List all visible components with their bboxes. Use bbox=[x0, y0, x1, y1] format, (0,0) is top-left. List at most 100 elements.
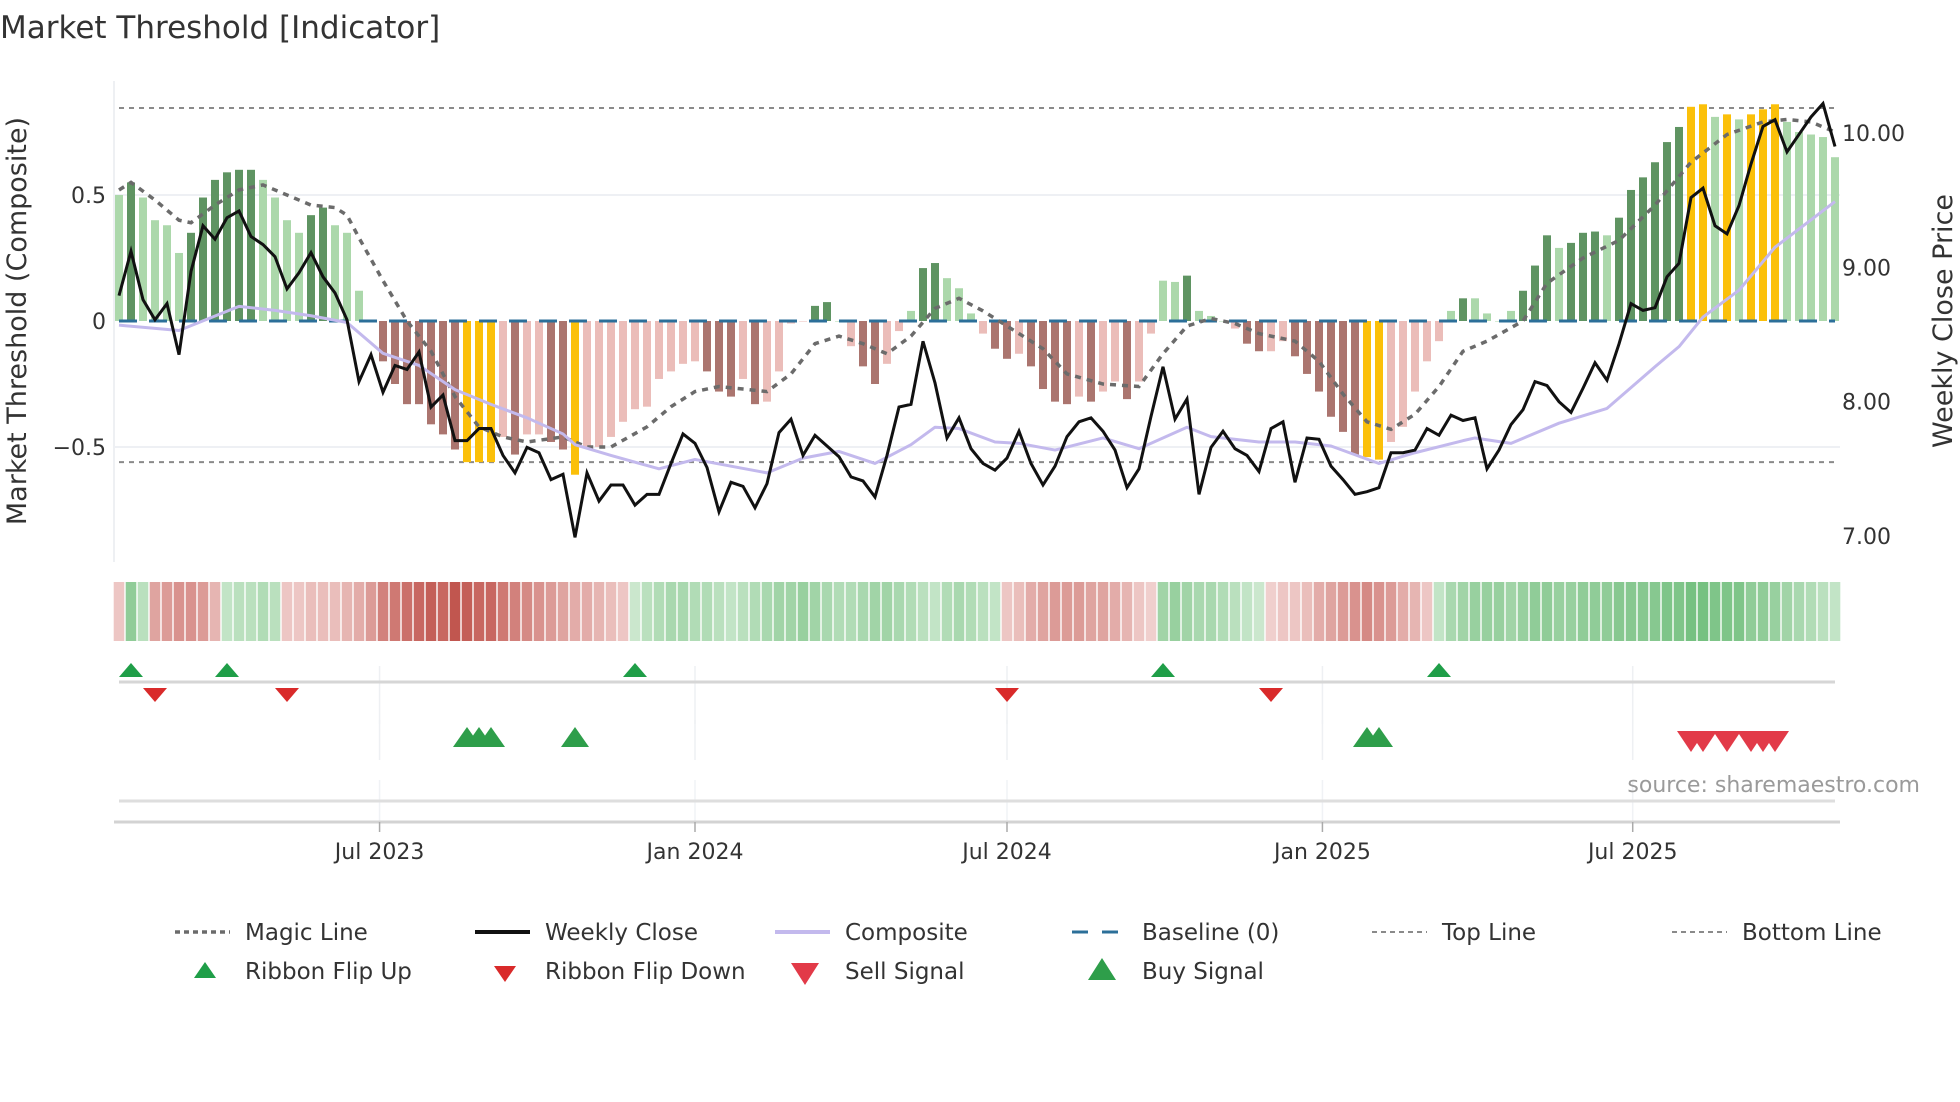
composite-bar bbox=[871, 321, 879, 384]
composite-bar bbox=[1039, 321, 1047, 390]
ribbon-flip-up-marker bbox=[1151, 663, 1175, 677]
ribbon-strip bbox=[113, 582, 1841, 641]
ribbon-cell bbox=[617, 582, 629, 641]
composite-bar bbox=[1819, 137, 1827, 321]
ribbon-cell bbox=[1121, 582, 1133, 641]
ribbon-cell bbox=[881, 582, 893, 641]
composite-bar bbox=[1099, 321, 1107, 392]
ribbon-cell bbox=[785, 582, 797, 641]
ribbon-cell bbox=[1589, 582, 1601, 641]
composite-bar bbox=[547, 321, 555, 442]
y2-tick-label: 10.00 bbox=[1842, 122, 1905, 147]
composite-bar bbox=[1591, 231, 1599, 321]
ribbon-cell bbox=[1601, 582, 1613, 641]
ribbon-cell bbox=[281, 582, 293, 641]
legend-item: Top Line bbox=[1372, 920, 1536, 946]
ribbon-cell bbox=[965, 582, 977, 641]
y-axis-label: Market Threshold (Composite) bbox=[2, 117, 33, 525]
ribbon-cell bbox=[1805, 582, 1817, 641]
composite-bar bbox=[1567, 242, 1575, 321]
ribbon-flip-up-marker bbox=[1427, 663, 1451, 677]
ribbon-cell bbox=[461, 582, 473, 641]
ribbon-cell bbox=[497, 582, 509, 641]
ribbon-cell bbox=[1649, 582, 1661, 641]
x-tick-label: Jul 2023 bbox=[333, 840, 425, 865]
ribbon-flip-panel bbox=[119, 663, 1835, 724]
y2-tick-label: 7.00 bbox=[1842, 525, 1891, 550]
y2-tick-label: 9.00 bbox=[1842, 256, 1891, 281]
ribbon-cell bbox=[1061, 582, 1073, 641]
ribbon-cell bbox=[989, 582, 1001, 641]
chart-title: Market Threshold [Indicator] bbox=[0, 10, 440, 46]
legend-label: Weekly Close bbox=[545, 920, 698, 946]
series-lines bbox=[117, 100, 1837, 538]
ribbon-cell bbox=[977, 582, 989, 641]
composite-bar bbox=[643, 321, 651, 407]
ribbon-cell bbox=[1229, 582, 1241, 641]
composite-bar bbox=[1411, 321, 1419, 392]
composite-bar bbox=[1771, 104, 1779, 321]
ribbon-cell bbox=[1109, 582, 1121, 641]
ribbon-cell bbox=[761, 582, 773, 641]
ribbon-cell bbox=[1217, 582, 1229, 641]
composite-bar bbox=[1135, 321, 1143, 382]
composite-bar bbox=[931, 263, 939, 321]
ribbon-cell bbox=[1433, 582, 1445, 641]
ribbon-cell bbox=[1013, 582, 1025, 641]
ribbon-cell bbox=[1253, 582, 1265, 641]
composite-bar bbox=[307, 215, 315, 321]
composite-bar bbox=[499, 321, 507, 437]
ribbon-cell bbox=[1157, 582, 1169, 641]
ribbon-cell bbox=[677, 582, 689, 641]
ribbon-cell bbox=[1289, 582, 1301, 641]
ribbon-cell bbox=[509, 582, 521, 641]
ribbon-cell bbox=[317, 582, 329, 641]
composite-bar bbox=[1447, 310, 1455, 321]
composite-bar bbox=[655, 321, 663, 379]
composite-bar bbox=[259, 179, 267, 321]
composite-bar bbox=[1507, 310, 1515, 321]
composite-bar bbox=[571, 321, 579, 475]
composite-bar bbox=[343, 232, 351, 321]
ribbon-cell bbox=[1697, 582, 1709, 641]
composite-bar bbox=[331, 225, 339, 321]
ribbon-cell bbox=[1685, 582, 1697, 641]
composite-bar bbox=[1363, 321, 1371, 458]
y2-axis-label: Weekly Close Price bbox=[1928, 194, 1959, 448]
ribbon-cell bbox=[1193, 582, 1205, 641]
ribbon-cell bbox=[689, 582, 701, 641]
ribbon-cell bbox=[1565, 582, 1577, 641]
ribbon-cell bbox=[1241, 582, 1253, 641]
ribbon-cell bbox=[305, 582, 317, 641]
ribbon-cell bbox=[857, 582, 869, 641]
ribbon-cell bbox=[1361, 582, 1373, 641]
composite-bar bbox=[1807, 134, 1815, 321]
composite-bar bbox=[1159, 280, 1167, 321]
legend-item: Ribbon Flip Up bbox=[194, 959, 412, 985]
composite-bar bbox=[1243, 321, 1251, 344]
ribbon-cell bbox=[137, 582, 149, 641]
legend-item: Magic Line bbox=[175, 920, 368, 946]
ribbon-cell bbox=[1529, 582, 1541, 641]
x-tick-label: Jul 2025 bbox=[1586, 840, 1678, 865]
ribbon-cell bbox=[1337, 582, 1349, 641]
ribbon-flip-down-marker bbox=[995, 688, 1019, 702]
ribbon-cell bbox=[521, 582, 533, 641]
ribbon-cell bbox=[905, 582, 917, 641]
composite-bar bbox=[919, 268, 927, 321]
composite-bar bbox=[319, 207, 327, 321]
ribbon-cell bbox=[1349, 582, 1361, 641]
ribbon-cell bbox=[1001, 582, 1013, 641]
ribbon-cell bbox=[1709, 582, 1721, 641]
composite-bar bbox=[511, 321, 519, 455]
legend-item: Baseline (0) bbox=[1072, 920, 1279, 946]
ribbon-cell bbox=[1049, 582, 1061, 641]
composite-bar bbox=[1471, 298, 1479, 321]
composite-bars bbox=[115, 104, 1839, 475]
composite-bar bbox=[691, 321, 699, 362]
composite-bar bbox=[1387, 321, 1395, 442]
triangle-up-icon bbox=[1088, 958, 1116, 980]
ribbon-cell bbox=[929, 582, 941, 641]
ribbon-cell bbox=[1745, 582, 1757, 641]
composite-bar bbox=[619, 321, 627, 422]
